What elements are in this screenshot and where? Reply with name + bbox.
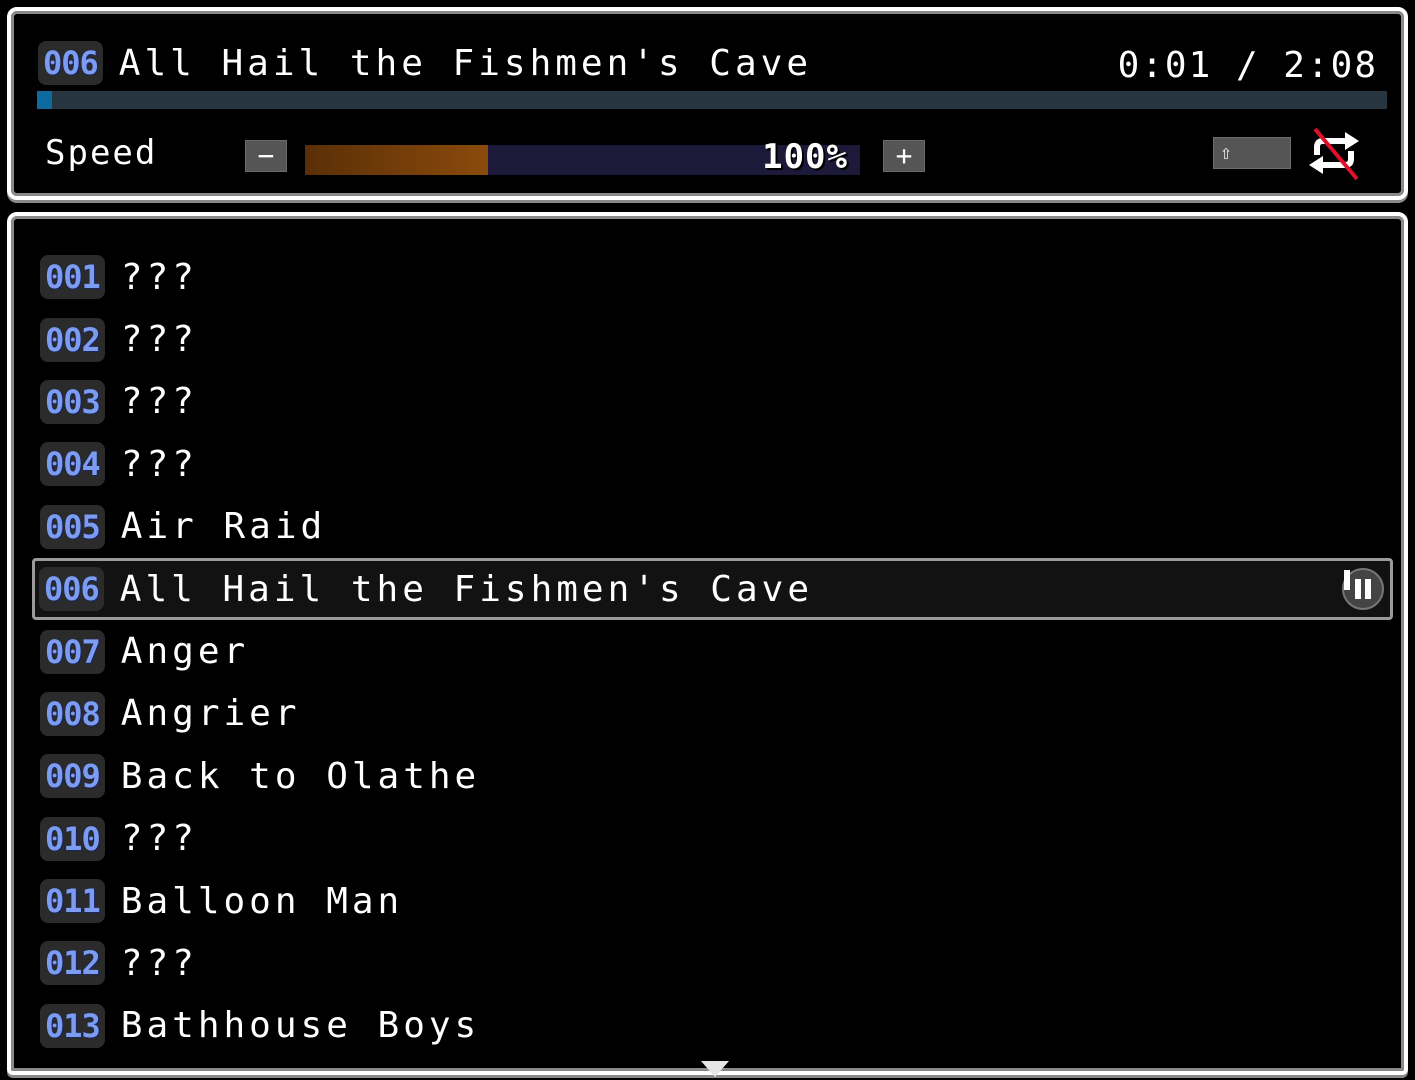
track-row-selected[interactable]: 006 All Hail the Fishmen's Cave — [32, 557, 1393, 621]
track-title: ??? — [120, 256, 198, 298]
shift-toggle-button[interactable]: ⇧ — [1213, 137, 1291, 169]
playback-progress-fill — [37, 91, 52, 109]
track-number: 008 — [40, 691, 105, 736]
now-playing-header: 006 All Hail the Fishmen's Cave — [38, 41, 812, 85]
repeat-off-icon — [1309, 127, 1359, 181]
track-row[interactable]: 003??? — [33, 371, 1393, 433]
track-title: Angrier — [120, 693, 301, 735]
track-title: Anger — [120, 631, 250, 673]
track-row[interactable]: 009 Back to Olathe — [33, 745, 1393, 807]
now-playing-panel: 006 All Hail the Fishmen's Cave 0:01 / 2… — [7, 7, 1408, 200]
track-number: 011 — [40, 879, 105, 924]
scroll-down-arrow-icon[interactable] — [701, 1061, 729, 1077]
track-number: 004 — [40, 442, 105, 487]
track-row[interactable]: 005 Air Raid — [33, 496, 1393, 558]
track-title: ??? — [120, 381, 198, 423]
track-number: 009 — [40, 754, 105, 799]
pause-button[interactable] — [1342, 568, 1384, 611]
track-title: ??? — [120, 319, 198, 361]
track-title: All Hail the Fishmen's Cave — [119, 568, 813, 610]
track-number: 003 — [40, 379, 105, 424]
track-number: 006 — [39, 567, 104, 612]
playback-time: 0:01 / 2:08 — [1117, 45, 1378, 86]
track-title: ??? — [120, 942, 198, 984]
track-number: 001 — [40, 255, 105, 300]
track-title: Balloon Man — [120, 880, 404, 922]
track-row[interactable]: 012??? — [33, 932, 1393, 994]
speed-label: Speed — [45, 133, 158, 173]
now-playing-title: All Hail the Fishmen's Cave — [118, 42, 812, 84]
track-list-panel: 001??? 002??? 003??? 004??? 005 Air Raid 006 Al… — [7, 212, 1408, 1077]
speed-slider[interactable]: 100% — [305, 137, 860, 177]
track-title: Bathhouse Boys — [120, 1005, 481, 1047]
track-number: 007 — [40, 629, 105, 674]
track-row[interactable]: 004??? — [33, 433, 1393, 495]
track-row[interactable]: 011 Balloon Man — [33, 870, 1393, 932]
track-row[interactable]: 001??? — [33, 246, 1393, 308]
track-row[interactable]: 008 Angrier — [33, 683, 1393, 745]
track-number: 005 — [40, 504, 105, 549]
track-row[interactable]: 010??? — [33, 808, 1393, 870]
shift-arrow-icon: ⇧ — [1220, 140, 1233, 164]
track-row[interactable]: 002??? — [33, 308, 1393, 370]
speed-increase-button[interactable]: + — [883, 140, 925, 172]
track-number: 002 — [40, 317, 105, 362]
track-title: ??? — [120, 443, 198, 485]
speed-decrease-button[interactable]: − — [245, 140, 287, 172]
track-number: 012 — [40, 941, 105, 986]
track-title: Back to Olathe — [120, 755, 481, 797]
repeat-toggle-button[interactable] — [1303, 125, 1365, 181]
speed-value: 100% — [762, 137, 848, 177]
playback-progress-bar[interactable] — [37, 91, 1387, 109]
now-playing-number: 006 — [38, 41, 103, 85]
speed-slider-fill — [305, 145, 489, 175]
track-row[interactable]: 013 Bathhouse Boys — [33, 995, 1393, 1057]
track-title: Air Raid — [120, 506, 327, 548]
track-number: 013 — [40, 1003, 105, 1048]
track-row[interactable]: 007 Anger — [33, 620, 1393, 682]
track-number: 010 — [40, 816, 105, 861]
track-title: ??? — [120, 818, 198, 860]
track-list: 001??? 002??? 003??? 004??? 005 Air Raid 006 Al… — [32, 246, 1393, 1057]
pause-icon — [1344, 570, 1371, 600]
